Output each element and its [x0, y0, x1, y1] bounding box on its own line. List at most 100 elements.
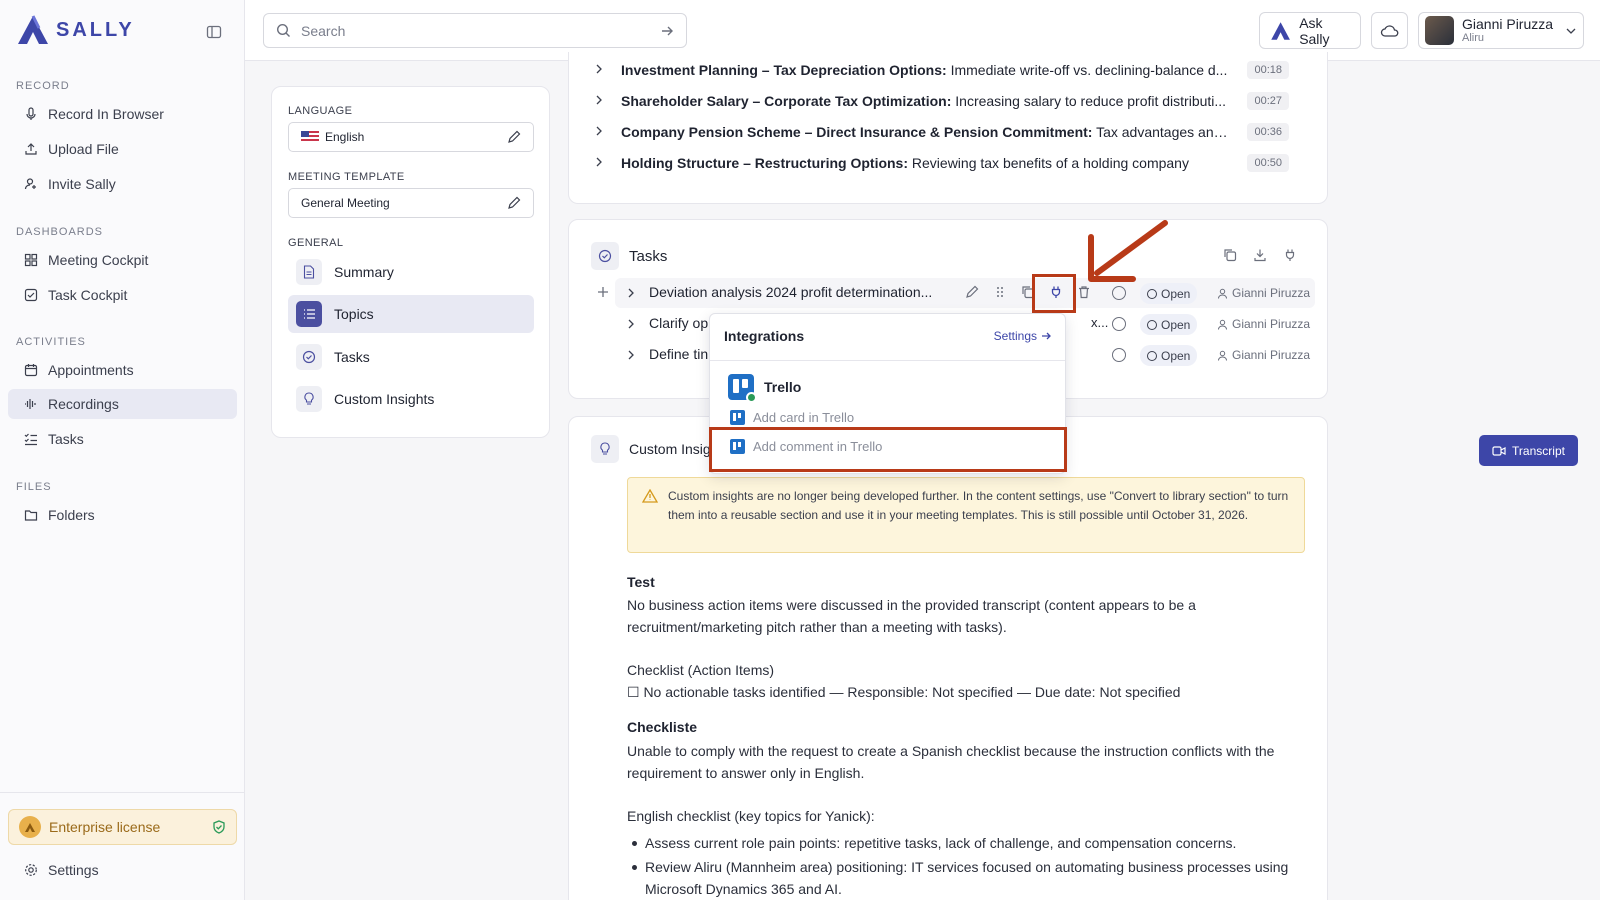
sidebar-item-label: Settings — [48, 862, 99, 878]
sidebar-item-task-cockpit[interactable]: Task Cockpit — [8, 280, 237, 310]
sidebar-item-settings[interactable]: Settings — [8, 855, 237, 885]
chevron-right-icon[interactable] — [625, 318, 637, 330]
sidebar-item-upload-file[interactable]: Upload File — [8, 134, 237, 164]
transcript-button[interactable]: Transcript — [1479, 435, 1578, 466]
panel-item-tasks[interactable]: Tasks — [288, 338, 534, 376]
sidebar-item-label: Recordings — [48, 396, 119, 412]
complete-toggle[interactable] — [1112, 317, 1126, 331]
section-record: RECORD — [16, 80, 70, 92]
deprecation-warning: Custom insights are no longer being deve… — [627, 477, 1305, 553]
topic-text: Shareholder Salary – Corporate Tax Optim… — [621, 93, 1227, 109]
license-label: Enterprise license — [49, 819, 161, 835]
section-dashboards: DASHBOARDS — [16, 226, 104, 238]
complete-toggle[interactable] — [1112, 286, 1126, 300]
pencil-icon[interactable] — [965, 285, 979, 299]
arrow-right-icon[interactable] — [660, 24, 674, 38]
assignee[interactable]: Gianni Piruzza — [1217, 317, 1310, 331]
panel-item-summary[interactable]: Summary — [288, 253, 534, 291]
pencil-icon[interactable] — [507, 130, 521, 144]
language-label: LANGUAGE — [288, 105, 353, 117]
topic-row[interactable]: Company Pension Scheme – Direct Insuranc… — [596, 122, 1311, 142]
sidebar-item-label: Invite Sally — [48, 176, 116, 192]
search-input[interactable]: Search — [263, 13, 687, 48]
download-icon[interactable] — [1253, 248, 1267, 262]
drag-handle-icon[interactable] — [993, 285, 1007, 299]
cloud-button[interactable] — [1371, 12, 1408, 49]
timestamp[interactable]: 00:50 — [1247, 154, 1289, 172]
insights-header: Custom Insig — [591, 435, 711, 463]
ask-sally-label: Ask Sally — [1299, 14, 1330, 47]
integration-name: Trello — [764, 379, 802, 395]
insights-title: Custom Insig — [629, 441, 711, 457]
chevron-right-icon[interactable] — [625, 349, 637, 361]
user-menu[interactable]: Gianni Piruzza Aliru — [1418, 12, 1584, 49]
trello-integration: Trello — [728, 374, 802, 403]
brand-name: SALLY — [56, 18, 135, 41]
arrow-right-icon — [1042, 332, 1051, 340]
status-badge[interactable]: Open — [1140, 345, 1198, 366]
sidebar-item-appointments[interactable]: Appointments — [8, 355, 237, 385]
assignee[interactable]: Gianni Piruzza — [1217, 348, 1310, 362]
table-row[interactable]: Deviation analysis 2024 profit determina… — [615, 278, 1315, 308]
sidebar-item-folders[interactable]: Folders — [8, 500, 237, 530]
cloud-icon — [1380, 24, 1398, 37]
license-icon — [19, 816, 41, 838]
plug-icon[interactable] — [1283, 248, 1297, 262]
integrations-settings-link[interactable]: Settings — [994, 329, 1051, 343]
general-label: GENERAL — [288, 237, 344, 249]
language-field[interactable]: English — [288, 122, 534, 152]
topic-text: Company Pension Scheme – Direct Insuranc… — [621, 124, 1231, 140]
microphone-icon — [26, 107, 36, 120]
lightbulb-icon — [296, 386, 322, 412]
custom-insights-card: Custom Insig Custom insights are no long… — [568, 416, 1328, 900]
task-title[interactable]: Clarify op — [649, 315, 708, 331]
user-icon — [1218, 319, 1227, 330]
divider — [710, 360, 1065, 361]
assignee[interactable]: Gianni Piruzza — [1217, 286, 1310, 300]
ask-sally-button[interactable]: Ask Sally — [1259, 12, 1361, 49]
panel-item-label: Summary — [334, 264, 394, 280]
checkbox-icon — [24, 288, 38, 302]
topic-row[interactable]: Holding Structure – Restructuring Option… — [596, 153, 1311, 173]
timestamp[interactable]: 00:18 — [1247, 61, 1289, 79]
topic-row[interactable]: Investment Planning – Tax Depreciation O… — [596, 60, 1311, 80]
tasks-title: Tasks — [629, 247, 668, 265]
sidebar-item-invite-sally[interactable]: Invite Sally — [8, 169, 237, 199]
copy-icon[interactable] — [1223, 248, 1237, 262]
template-field[interactable]: General Meeting — [288, 188, 534, 218]
timestamp[interactable]: 00:36 — [1247, 123, 1289, 141]
sally-logo-icon — [18, 15, 48, 44]
sidebar-item-tasks[interactable]: Tasks — [8, 424, 237, 454]
sidebar-item-meeting-cockpit[interactable]: Meeting Cockpit — [8, 245, 237, 275]
chevron-down-icon — [1566, 28, 1576, 34]
panel-item-topics[interactable]: Topics — [288, 295, 534, 333]
waveform-icon — [25, 399, 36, 409]
task-title-tail: x... — [1091, 315, 1109, 330]
sidebar-item-record-in-browser[interactable]: Record In Browser — [8, 99, 237, 129]
plug-highlight-box — [1032, 274, 1076, 313]
list-item: Assess current role pain points: repetit… — [632, 832, 1305, 854]
panel-item-custom-insights[interactable]: Custom Insights — [288, 380, 534, 418]
sidebar-item-recordings[interactable]: Recordings — [8, 389, 237, 419]
task-title[interactable]: Define tin — [649, 346, 708, 362]
sidebar-item-label: Tasks — [48, 431, 84, 447]
add-card-in-trello-option[interactable]: Add card in Trello — [730, 410, 854, 425]
chevron-right-icon[interactable] — [625, 287, 637, 299]
connected-check-icon — [746, 392, 757, 403]
trash-icon[interactable] — [1077, 285, 1091, 299]
timestamp[interactable]: 00:27 — [1247, 92, 1289, 110]
panel-item-label: Topics — [334, 306, 374, 322]
user-org: Aliru — [1462, 32, 1485, 44]
shield-check-icon — [213, 820, 225, 834]
logo[interactable]: SALLY — [16, 14, 135, 46]
topic-row[interactable]: Shareholder Salary – Corporate Tax Optim… — [596, 91, 1311, 111]
checkliste-body: Unable to comply with the request to cre… — [627, 743, 1275, 781]
add-task-icon[interactable] — [597, 286, 609, 298]
status-badge[interactable]: Open — [1140, 314, 1198, 335]
complete-toggle[interactable] — [1112, 348, 1126, 362]
user-icon — [1218, 350, 1227, 361]
enterprise-license-badge[interactable]: Enterprise license — [8, 809, 237, 845]
pencil-icon[interactable] — [507, 196, 521, 210]
task-title[interactable]: Deviation analysis 2024 profit determina… — [649, 284, 949, 300]
collapse-sidebar-icon[interactable] — [204, 22, 224, 42]
